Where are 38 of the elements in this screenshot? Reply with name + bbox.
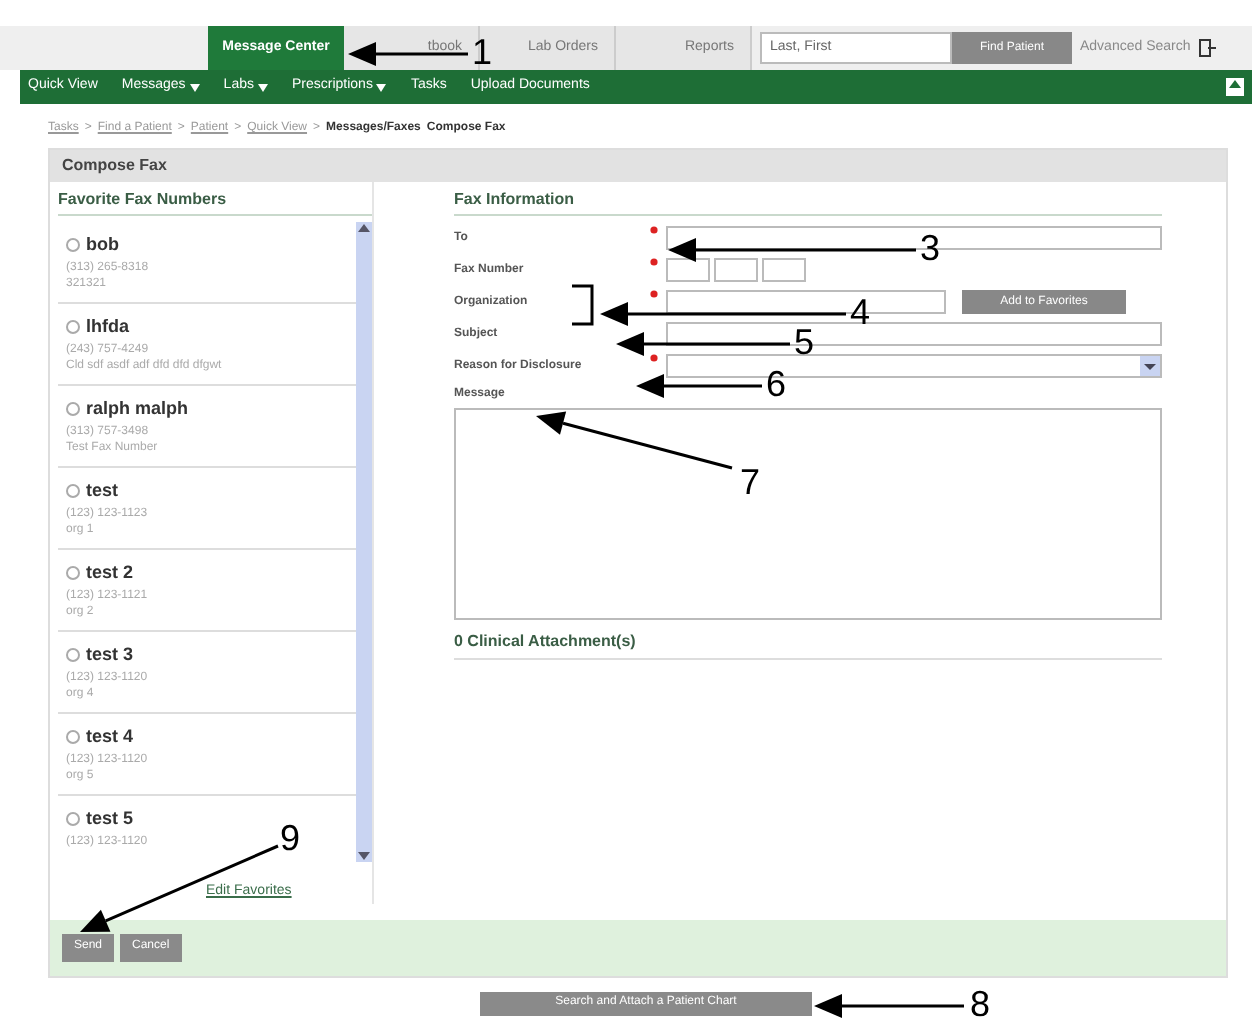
callout-number: 7 (740, 464, 761, 500)
favorite-radio[interactable] (66, 566, 80, 581)
favorite-name: bob (86, 232, 119, 258)
favorite-radio[interactable] (66, 730, 80, 745)
callout-number: 6 (766, 366, 787, 402)
favorite-name: test 3 (86, 642, 134, 668)
panel-title: Compose Fax (50, 150, 1226, 182)
phone-part-field[interactable] (762, 258, 806, 282)
dropdown-icon (1140, 356, 1160, 376)
phone-part-field[interactable] (714, 258, 758, 282)
favorite-radio[interactable] (66, 812, 80, 827)
expand-icon[interactable] (1226, 78, 1244, 96)
callout-arrow (636, 374, 762, 398)
scroll-down-icon[interactable] (356, 850, 372, 862)
callout-number: 5 (794, 324, 815, 360)
favorite-name: test 4 (86, 724, 134, 750)
callout-arrow (348, 42, 468, 66)
favorite-radio[interactable] (66, 320, 80, 335)
favorite-name: lhfda (86, 314, 129, 340)
favorite-name: test (86, 478, 119, 504)
section-heading: Fax Information (454, 188, 1162, 216)
favorite-name: test 5 (86, 806, 134, 832)
favorite-radio[interactable] (66, 402, 80, 417)
favorite-radio[interactable] (66, 484, 80, 499)
favorite-radio[interactable] (66, 238, 80, 253)
logout-icon[interactable] (1198, 38, 1217, 58)
message-field[interactable] (454, 408, 1162, 620)
attachments-heading: 0 Clinical Attachment(s) (454, 630, 1162, 660)
callout-number: 9 (280, 820, 301, 856)
favorite-name: test 2 (86, 560, 134, 586)
favorite-radio[interactable] (66, 648, 80, 663)
scroll-up-icon[interactable] (356, 222, 372, 234)
scrollbar[interactable] (356, 222, 372, 862)
favorite-name: ralph malph (86, 396, 189, 422)
callout-number: 4 (850, 294, 871, 330)
callout-number: 8 (970, 986, 991, 1022)
callout-number: 3 (920, 230, 941, 266)
section-heading: Favorite Fax Numbers (58, 188, 372, 216)
